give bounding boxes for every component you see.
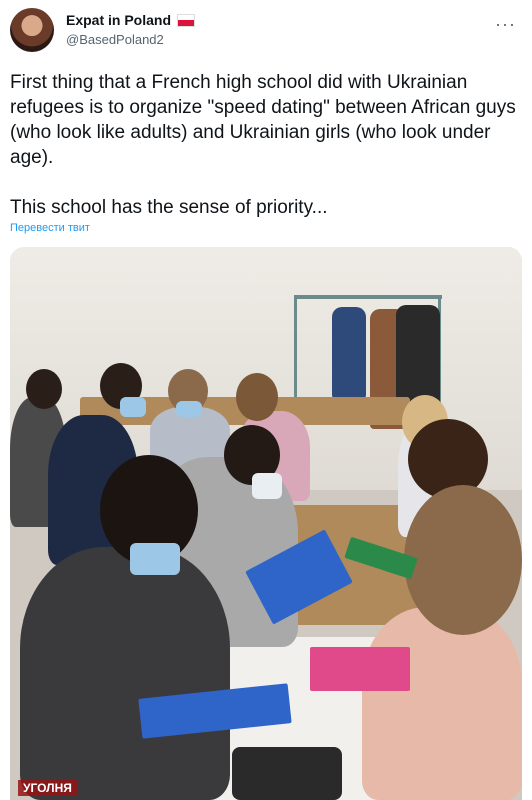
student-head [404,485,522,635]
pink-folder [310,647,410,691]
coat [332,307,366,399]
student-head [236,373,278,421]
coat-rack [294,295,442,299]
watermark: УГОЛНЯ [18,780,77,796]
face-mask [252,473,282,499]
face-mask [120,397,146,417]
poland-flag-icon [177,13,196,27]
student [362,607,522,800]
display-name[interactable]: Expat in Poland [66,12,171,28]
face-mask [176,401,202,417]
avatar[interactable] [10,8,54,52]
student [20,547,230,800]
pencil-case [232,747,342,800]
name-row: Expat in Poland [66,12,196,28]
face-mask [130,543,180,575]
student-head [26,369,62,409]
more-icon[interactable]: ··· [495,14,516,35]
tweet-text: First thing that a French high school di… [10,72,516,218]
translate-tweet-link[interactable]: Перевести твит [10,222,90,234]
tweet-photo[interactable]: УГОЛНЯ [10,247,522,800]
user-handle[interactable]: @BasedPoland2 [66,32,164,47]
tweet-header: Expat in Poland @BasedPoland2 ··· [10,8,522,54]
